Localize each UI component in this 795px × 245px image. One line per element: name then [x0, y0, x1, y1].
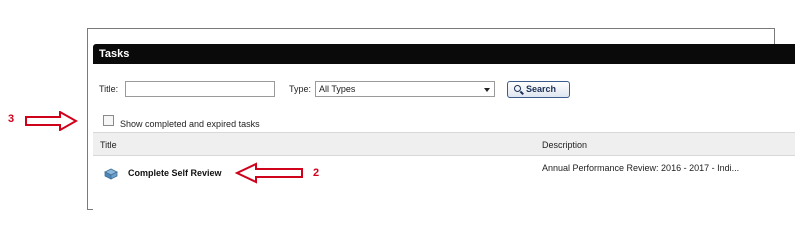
column-header-title: Title [100, 140, 117, 150]
tasks-table-header [93, 132, 795, 156]
search-button-label: Search [526, 84, 557, 94]
annotation-number-3: 3 [8, 113, 15, 125]
tasks-panel: Tasks Title: Type: All Types Search Show… [93, 44, 795, 212]
type-filter-label: Type: [289, 84, 312, 94]
left-arrow-icon [234, 162, 303, 184]
task-book-icon [104, 168, 118, 180]
task-title-link[interactable]: Complete Self Review [128, 168, 222, 178]
title-filter-label: Title: [99, 84, 119, 94]
show-completed-label: Show completed and expired tasks [120, 119, 260, 129]
show-completed-checkbox[interactable] [103, 115, 114, 126]
right-arrow-icon [25, 111, 78, 131]
panel-header-tasks: Tasks [93, 44, 795, 64]
type-filter-select[interactable]: All Types [315, 81, 495, 97]
column-header-description: Description [542, 140, 588, 150]
type-filter-value: All Types [319, 84, 356, 94]
search-icon [514, 85, 521, 92]
chevron-down-icon [484, 88, 490, 92]
search-button[interactable]: Search [507, 81, 570, 98]
title-filter-input[interactable] [125, 81, 275, 97]
task-description: Annual Performance Review: 2016 - 2017 -… [542, 163, 740, 173]
annotation-number-2: 2 [313, 167, 320, 179]
